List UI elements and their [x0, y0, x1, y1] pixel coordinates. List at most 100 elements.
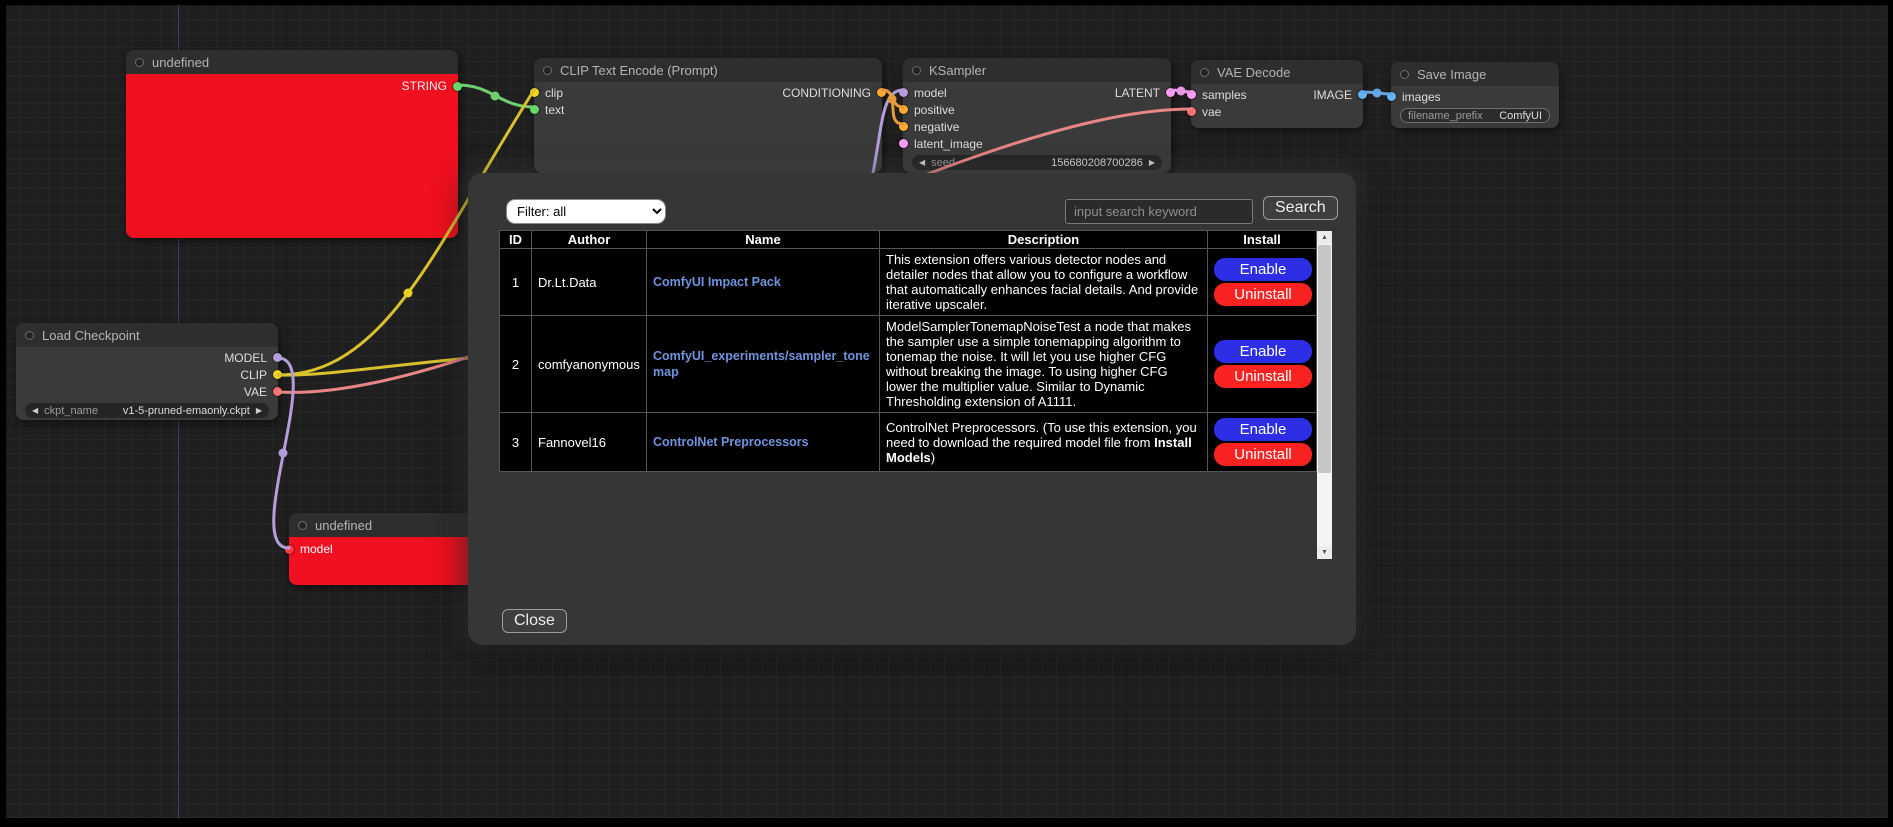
header-description: Description — [880, 231, 1208, 249]
image-output-port[interactable] — [1358, 90, 1367, 99]
output-label: MODEL — [224, 351, 267, 365]
collapse-dot-icon[interactable] — [25, 331, 34, 340]
scrollbar-down-arrow-icon[interactable]: ▼ — [1317, 546, 1332, 559]
output-label: IMAGE — [1313, 88, 1352, 102]
enable-button[interactable]: Enable — [1214, 258, 1312, 281]
extension-link[interactable]: ComfyUI_experiments/sampler_tonemap — [653, 349, 870, 379]
link-dot[interactable] — [491, 92, 500, 101]
model-output-port[interactable] — [273, 353, 282, 362]
widget-label: filename_prefix — [1408, 110, 1483, 122]
link-dot[interactable] — [279, 449, 288, 458]
output-label: CLIP — [240, 368, 267, 382]
ckpt-name-widget[interactable]: ◀ ckpt_name v1-5-pruned-emaonly.ckpt ▶ — [25, 403, 269, 418]
node-load-checkpoint[interactable]: Load Checkpoint MODEL CLIP VAE ◀ ckpt_na… — [16, 323, 278, 420]
string-output-port[interactable] — [453, 82, 462, 91]
collapse-dot-icon[interactable] — [1400, 70, 1409, 79]
images-input-port[interactable] — [1387, 92, 1396, 101]
node-header[interactable]: Load Checkpoint — [16, 323, 278, 347]
node-title: undefined — [315, 518, 372, 533]
text-input-port[interactable] — [530, 105, 539, 114]
uninstall-button[interactable]: Uninstall — [1214, 283, 1312, 306]
node-body: clip CONDITIONING text — [534, 82, 882, 118]
output-label: VAE — [244, 385, 267, 399]
scrollbar-thumb[interactable] — [1318, 245, 1331, 473]
seed-label: seed — [931, 157, 955, 169]
seed-value: 156680208700286 — [1051, 157, 1143, 169]
wire-string-to-text — [458, 85, 534, 107]
node-header[interactable]: Save Image — [1391, 62, 1559, 86]
vae-input-port[interactable] — [1187, 107, 1196, 116]
ckpt-next-arrow[interactable]: ▶ — [256, 403, 262, 418]
collapse-dot-icon[interactable] — [543, 66, 552, 75]
header-install: Install — [1208, 231, 1317, 249]
table-scrollbar[interactable]: ▲ ▼ — [1317, 231, 1332, 559]
node-title: Save Image — [1417, 67, 1486, 82]
seed-widget[interactable]: ◀ seed 156680208700286 ▶ — [912, 155, 1162, 170]
collapse-dot-icon[interactable] — [298, 521, 307, 530]
uninstall-button[interactable]: Uninstall — [1214, 365, 1312, 388]
cell-author: comfyanonymous — [532, 316, 647, 413]
input-label: positive — [914, 103, 955, 117]
seed-increment-arrow[interactable]: ▶ — [1149, 155, 1155, 170]
seed-decrement-arrow[interactable]: ◀ — [919, 155, 925, 170]
link-dot[interactable] — [1177, 87, 1186, 96]
vae-output-port[interactable] — [273, 387, 282, 396]
header-id: ID — [500, 231, 532, 249]
positive-input-port[interactable] — [899, 105, 908, 114]
frame-right — [1888, 0, 1893, 827]
node-header[interactable]: CLIP Text Encode (Prompt) — [534, 58, 882, 82]
uninstall-button[interactable]: Uninstall — [1214, 443, 1312, 466]
link-dot[interactable] — [1373, 89, 1382, 98]
table-row: 1 Dr.Lt.Data ComfyUI Impact Pack This ex… — [500, 249, 1317, 316]
samples-input-port[interactable] — [1187, 90, 1196, 99]
collapse-dot-icon[interactable] — [135, 58, 144, 67]
node-title: CLIP Text Encode (Prompt) — [560, 63, 718, 78]
input-label: negative — [914, 120, 959, 134]
extension-link[interactable]: ComfyUI Impact Pack — [653, 275, 781, 289]
input-label: model — [300, 542, 333, 556]
clip-input-port[interactable] — [530, 88, 539, 97]
search-input[interactable] — [1065, 199, 1253, 224]
node-body: samples IMAGE vae — [1191, 84, 1363, 128]
model-input-port[interactable] — [899, 88, 908, 97]
node-title: undefined — [152, 55, 209, 70]
output-label: CONDITIONING — [782, 86, 871, 100]
latent-image-input-port[interactable] — [899, 139, 908, 148]
collapse-dot-icon[interactable] — [1200, 68, 1209, 77]
cell-id: 1 — [500, 249, 532, 316]
link-dot[interactable] — [404, 289, 413, 298]
node-body: model LATENT positive negative latent_im… — [903, 82, 1171, 170]
latent-output-port[interactable] — [1166, 88, 1175, 97]
input-label: text — [545, 103, 564, 117]
model-input-port[interactable] — [285, 545, 294, 554]
node-undefined-top[interactable]: undefined STRING — [126, 50, 458, 238]
node-header[interactable]: VAE Decode — [1191, 60, 1363, 84]
close-button[interactable]: Close — [502, 609, 567, 633]
cell-description: ControlNet Preprocessors. (To use this e… — [880, 413, 1208, 472]
search-button[interactable]: Search — [1263, 196, 1338, 220]
widget-label: ckpt_name — [44, 405, 98, 417]
node-vae-decode[interactable]: VAE Decode samples IMAGE vae — [1191, 60, 1363, 128]
negative-input-port[interactable] — [899, 122, 908, 131]
node-title: KSampler — [929, 63, 986, 78]
node-ksampler[interactable]: KSampler model LATENT positive negative — [903, 58, 1171, 173]
link-dot[interactable] — [888, 95, 897, 104]
node-title: Load Checkpoint — [42, 328, 140, 343]
extension-link[interactable]: ControlNet Preprocessors — [653, 435, 809, 449]
enable-button[interactable]: Enable — [1214, 418, 1312, 441]
cell-install: Enable Uninstall — [1208, 249, 1317, 316]
enable-button[interactable]: Enable — [1214, 340, 1312, 363]
filter-select[interactable]: Filter: all — [506, 199, 666, 224]
clip-output-port[interactable] — [273, 370, 282, 379]
collapse-dot-icon[interactable] — [912, 66, 921, 75]
node-header[interactable]: undefined — [126, 50, 458, 74]
filename-prefix-widget[interactable]: filename_prefix ComfyUI — [1400, 108, 1550, 123]
node-header[interactable]: KSampler — [903, 58, 1171, 82]
header-name: Name — [647, 231, 880, 249]
conditioning-output-port[interactable] — [877, 88, 886, 97]
ckpt-prev-arrow[interactable]: ◀ — [32, 403, 38, 418]
node-save-image[interactable]: Save Image images filename_prefix ComfyU… — [1391, 62, 1559, 128]
scrollbar-up-arrow-icon[interactable]: ▲ — [1317, 231, 1332, 244]
node-clip-text-encode[interactable]: CLIP Text Encode (Prompt) clip CONDITION… — [534, 58, 882, 173]
graph-canvas[interactable]: undefined STRING CLIP Text Encode (Promp… — [6, 5, 1888, 818]
